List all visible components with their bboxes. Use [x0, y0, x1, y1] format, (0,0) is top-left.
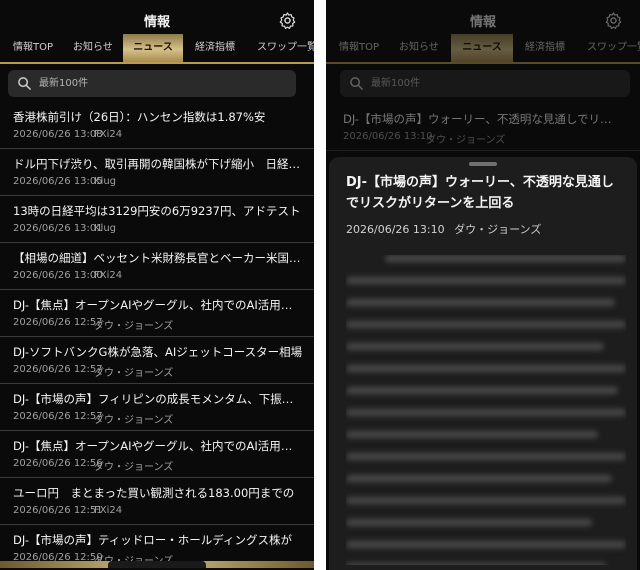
- news-source: FXi24: [94, 505, 123, 516]
- news-source: ダウ・ジョーンズ: [426, 135, 506, 146]
- news-title: DJ-【焦点】オープンAIやグーグル、社内でのAI活用が進む: [13, 298, 303, 312]
- blurred-text-line: [346, 343, 604, 350]
- list-item[interactable]: ユーロ円 まとまった買い観測される183.00円までの 2026/06/26 1…: [0, 478, 314, 525]
- list-item[interactable]: DJ-【焦点】オープンAIやグーグル、社内でのAI活用が進む 2026/06/2…: [0, 431, 314, 478]
- blurred-text-line: [346, 563, 607, 565]
- news-source: Klug: [94, 223, 117, 234]
- search-input[interactable]: 最新100件: [8, 70, 296, 97]
- page-title: 情報: [469, 15, 496, 30]
- article-date: 2026/06/26 13:10: [346, 223, 445, 236]
- blurred-text-line: [346, 475, 612, 482]
- news-detail-sheet: DJ-【市場の声】ウォーリー、不透明な見通しでリスクがリターンを上回る 2026…: [329, 157, 637, 570]
- news-date: 2026/06/26 12:51: [13, 505, 103, 516]
- news-date: 2026/06/26 13:01: [13, 223, 103, 234]
- blurred-text-line: [346, 519, 593, 526]
- blurred-text-line: [346, 541, 626, 548]
- tab-info-top[interactable]: 情報TOP: [339, 34, 379, 62]
- blurred-text-line: [346, 497, 626, 504]
- news-date: 2026/06/26 12:56: [13, 458, 103, 469]
- blurred-text-line: [346, 277, 626, 284]
- tab-notices[interactable]: お知らせ: [73, 34, 113, 62]
- blurred-text-line: [346, 299, 615, 306]
- news-source: ダウ・ジョーンズ: [94, 415, 174, 426]
- news-title: ドル円下げ渋り、取引再開の韓国株が下げ縮小 日経平均: [13, 157, 303, 171]
- tab-bar: 情報TOP お知らせ ニュース 経済指標 スワップ一覧: [0, 34, 314, 64]
- news-source: ダウ・ジョーンズ: [94, 462, 174, 473]
- news-date: 2026/06/26 13:08: [13, 129, 103, 140]
- list-item[interactable]: 香港株前引け（26日）：ハンセン指数は1.87%安 2026/06/26 13:…: [0, 102, 314, 149]
- tab-notices[interactable]: お知らせ: [399, 34, 439, 62]
- blurred-text-line: [346, 409, 626, 416]
- list-item[interactable]: DJ-【焦点】オープンAIやグーグル、社内でのAI活用が進む 2026/06/2…: [0, 290, 314, 337]
- search-placeholder: 最新100件: [39, 78, 89, 89]
- news-title: 13時の日経平均は3129円安の6万9237円、アドテスト: [13, 204, 301, 218]
- list-item[interactable]: 【相場の細道】ベッセント米財務長官とベーカー米国務長官 2026/06/26 1…: [0, 243, 314, 290]
- gear-icon[interactable]: [604, 11, 623, 30]
- news-title: 香港株前引け（26日）：ハンセン指数は1.87%安: [13, 110, 266, 124]
- tab-info-top[interactable]: 情報TOP: [13, 34, 53, 62]
- tab-news[interactable]: ニュース: [123, 34, 183, 62]
- news-list: 香港株前引け（26日）：ハンセン指数は1.87%安 2026/06/26 13:…: [0, 102, 314, 570]
- sheet-drag-handle[interactable]: [469, 162, 497, 166]
- news-source: Klug: [94, 176, 117, 187]
- tab-swap-list[interactable]: スワップ一覧: [257, 34, 314, 62]
- search-icon: [350, 77, 363, 90]
- list-item[interactable]: DJ-【市場の声】ウォーリー、不透明な見通しでリスクが 2026/06/26 1…: [326, 104, 640, 151]
- news-source: FXi24: [94, 270, 123, 281]
- list-item[interactable]: 13時の日経平均は3129円安の6万9237円、アドテスト 2026/06/26…: [0, 196, 314, 243]
- tab-economic-indicators[interactable]: 経済指標: [525, 34, 565, 62]
- article-title: DJ-【市場の声】ウォーリー、不透明な見通しでリスクがリターンを上回る: [346, 175, 614, 211]
- list-item[interactable]: ドル円下げ渋り、取引再開の韓国株が下げ縮小 日経平均 2026/06/26 13…: [0, 149, 314, 196]
- blurred-text-line: [346, 365, 626, 372]
- news-date: 2026/06/26 13:05: [13, 176, 103, 187]
- blurred-text-line: [346, 431, 598, 438]
- blurred-text-line: [385, 255, 626, 262]
- news-date: 2026/06/26 12:57: [13, 364, 103, 375]
- search-placeholder: 最新100件: [371, 78, 421, 89]
- article-meta: 2026/06/26 13:10 ダウ・ジョーンズ: [346, 221, 547, 237]
- news-title: DJ-【市場の声】ティッドロー・ホールディングス株が: [13, 533, 292, 547]
- tab-bar: 情報TOP お知らせ ニュース 経済指標 スワップ一覧: [326, 34, 640, 64]
- news-title: DJ-ソフトバンクG株が急落、AIジェットコースター相場: [13, 345, 303, 359]
- news-date: 2026/06/26 13:10: [343, 131, 433, 142]
- tab-news[interactable]: ニュース: [451, 34, 513, 62]
- search-icon: [18, 77, 31, 90]
- news-list-screen: 情報 情報TOP お知らせ ニュース 経済指標 スワップ一覧 最新100件 香港…: [0, 0, 314, 570]
- blurred-text-line: [346, 453, 626, 460]
- list-item[interactable]: DJ-ソフトバンクG株が急落、AIジェットコースター相場 2026/06/26 …: [0, 337, 314, 384]
- news-title: DJ-【市場の声】ウォーリー、不透明な見通しでリスクが: [343, 112, 618, 126]
- page-title: 情報: [143, 15, 170, 30]
- news-source: FXi24: [94, 129, 123, 140]
- article-source: ダウ・ジョーンズ: [454, 223, 542, 236]
- gear-icon[interactable]: [278, 11, 297, 30]
- news-detail-screen: 情報 情報TOP お知らせ ニュース 経済指標 スワップ一覧 最新100件 DJ…: [326, 0, 640, 570]
- tab-swap-list[interactable]: スワップ一覧: [587, 34, 640, 62]
- news-title: DJ-【市場の声】フィリピンの成長モメンタム、下振れリスク: [13, 392, 303, 406]
- news-date: 2026/06/26 13:00: [13, 270, 103, 281]
- news-source: ダウ・ジョーンズ: [94, 321, 174, 332]
- home-indicator[interactable]: [108, 561, 206, 568]
- tab-economic-indicators[interactable]: 経済指標: [195, 34, 235, 62]
- list-item[interactable]: DJ-【市場の声】フィリピンの成長モメンタム、下振れリスク 2026/06/26…: [0, 384, 314, 431]
- news-title: DJ-【焦点】オープンAIやグーグル、社内でのAI活用が進む: [13, 439, 303, 453]
- news-source: ダウ・ジョーンズ: [94, 368, 174, 379]
- blurred-text-line: [346, 387, 618, 394]
- news-list: DJ-【市場の声】ウォーリー、不透明な見通しでリスクが 2026/06/26 1…: [326, 104, 640, 151]
- news-date: 2026/06/26 12:57: [13, 411, 103, 422]
- search-input[interactable]: 最新100件: [340, 70, 630, 97]
- news-title: 【相場の細道】ベッセント米財務長官とベーカー米国務長官: [13, 251, 303, 265]
- news-title: ユーロ円 まとまった買い観測される183.00円までの: [13, 486, 295, 500]
- article-body-blurred: [346, 255, 626, 565]
- news-date: 2026/06/26 12:57: [13, 317, 103, 328]
- blurred-text-line: [346, 321, 626, 328]
